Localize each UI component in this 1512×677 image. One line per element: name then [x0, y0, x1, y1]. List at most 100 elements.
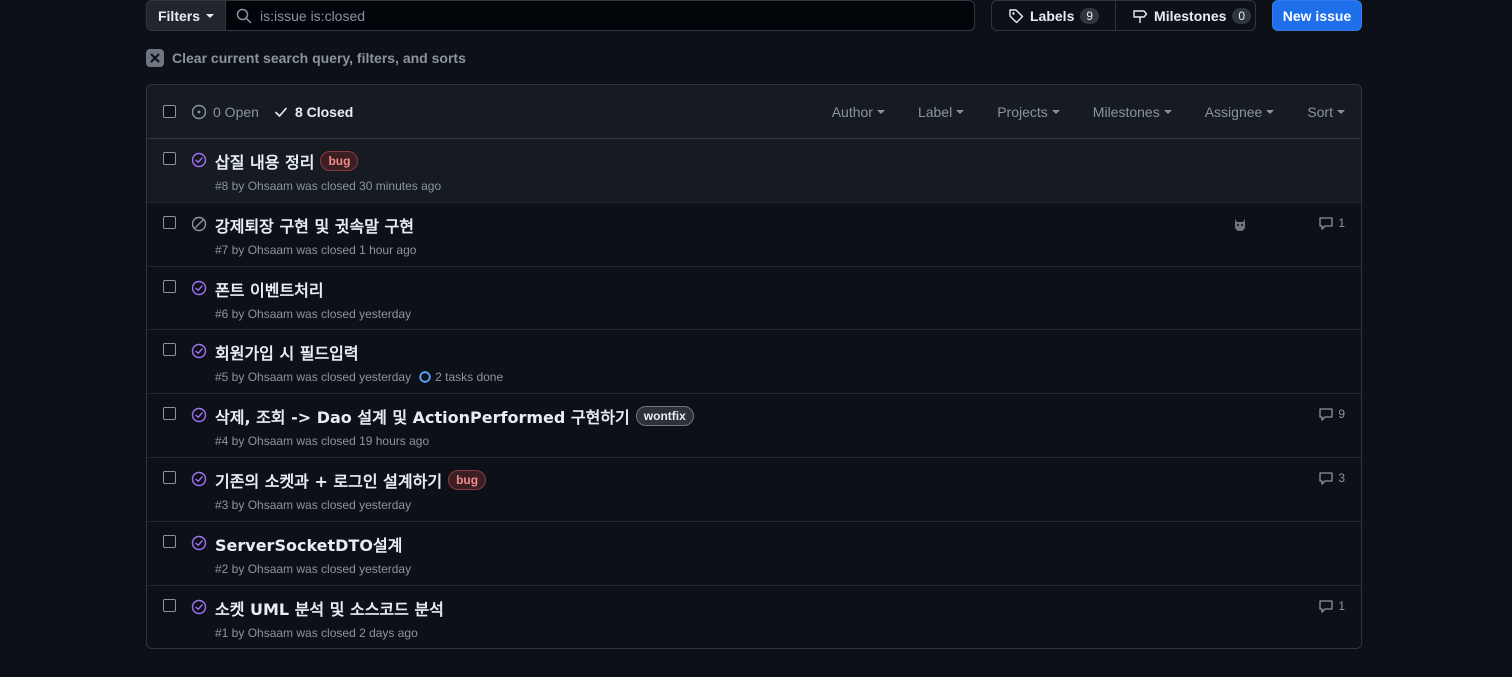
issue-title-link[interactable]: 삽질 내용 정리 [215, 149, 314, 173]
issue-row[interactable]: 기존의 소켓과 + 로그인 설계하기 bug #3 by Ohsaam was … [147, 458, 1361, 522]
issue-closed-icon [191, 344, 207, 359]
comments-link[interactable]: 9 [1318, 406, 1345, 422]
issues-list-header: 0 Open 8 Closed Author Label Projects Mi… [147, 85, 1361, 139]
labels-count: 9 [1080, 7, 1100, 24]
issue-meta: #7 by Ohsaam was closed 1 hour ago [215, 242, 417, 257]
open-issues-label: 0 Open [213, 104, 259, 120]
filters-label: Filters [157, 7, 200, 24]
label-badge[interactable]: bug [320, 151, 359, 171]
comment-icon [1319, 408, 1333, 421]
author-dropdown-label: Author [831, 104, 873, 120]
sort-filters: Author Label Projects Milestones Assigne… [832, 85, 1345, 139]
issue-title-link[interactable]: 강제퇴장 구현 및 귓속말 구현 [215, 213, 414, 237]
issue-meta: #4 by Ohsaam was closed 19 hours ago [215, 434, 430, 449]
milestones-button[interactable]: Milestones 0 [1115, 1, 1267, 30]
labels-button[interactable]: Labels 9 [992, 1, 1115, 30]
clear-query-text: Clear current search query, filters, and… [172, 50, 466, 66]
issue-meta: #5 by Ohsaam was closed yesterday [215, 370, 412, 385]
issue-closed-icon [191, 280, 207, 295]
caret-down-icon [876, 110, 885, 114]
issue-row[interactable]: 회원가입 시 필드입력 #5 by Ohsaam was closed yest… [147, 330, 1361, 395]
label-badge[interactable]: wontfix [635, 406, 694, 427]
issue-closed-icon [191, 471, 207, 487]
issue-title-link[interactable]: 회원가입 시 필드입력 [215, 340, 359, 364]
assignee-dropdown-label: Assignee [1204, 104, 1263, 120]
issue-title-link[interactable]: 기존의 소켓과 + 로그인 설계하기 [215, 468, 442, 492]
comments-link[interactable]: 1 [1318, 215, 1345, 231]
issue-row[interactable]: ServerSocketDTO설계 #2 by Ohsaam was close… [147, 522, 1361, 586]
milestones-label: Milestones [1154, 7, 1227, 24]
projects-dropdown-label: Projects [997, 104, 1048, 120]
issue-title-link[interactable]: 소켓 UML 분석 및 소스코드 분석 [215, 596, 444, 620]
issue-row[interactable]: 삭제, 조회 -> Dao 설계 및 ActionPerformed 구현하기 … [147, 394, 1361, 458]
author-dropdown[interactable]: Author [832, 104, 885, 120]
label-dropdown[interactable]: Label [917, 104, 965, 120]
caret-down-icon [1266, 110, 1275, 114]
state-filter: 0 Open 8 Closed [191, 85, 353, 139]
task-progress[interactable]: 2 tasks done [419, 370, 503, 384]
task-progress-icon [419, 371, 431, 384]
issue-title-link[interactable]: 삭제, 조회 -> Dao 설계 및 ActionPerformed 구현하기 [215, 404, 630, 428]
comments-count: 1 [1338, 598, 1345, 613]
projects-dropdown[interactable]: Projects [997, 104, 1060, 120]
labels-label: Labels [1030, 7, 1075, 24]
caret-down-icon [1163, 110, 1172, 114]
issue-checkbox[interactable] [163, 152, 176, 165]
caret-down-icon [956, 110, 965, 114]
milestones-dropdown[interactable]: Milestones [1093, 104, 1172, 120]
issue-row[interactable]: 소켓 UML 분석 및 소스코드 분석 #1 by Ohsaam was clo… [147, 586, 1361, 648]
close-icon [146, 49, 164, 67]
issue-open-icon [191, 104, 207, 120]
search-icon [236, 8, 252, 23]
issue-checkbox[interactable] [163, 215, 176, 229]
avatar[interactable] [1232, 216, 1248, 234]
assignee-dropdown[interactable]: Assignee [1205, 104, 1275, 120]
caret-down-icon [1337, 110, 1345, 114]
comments-link[interactable]: 3 [1318, 470, 1345, 486]
clear-query-link[interactable]: Clear current search query, filters, and… [146, 49, 466, 67]
issue-closed-icon [191, 152, 207, 168]
label-badge[interactable]: bug [448, 469, 487, 490]
comments-count: 3 [1338, 470, 1345, 485]
milestones-count: 0 [1232, 7, 1252, 24]
issue-row[interactable]: 삽질 내용 정리 bug #8 by Ohsaam was closed 30 … [147, 139, 1361, 203]
new-issue-button[interactable]: New issue [1272, 0, 1362, 31]
select-all-checkbox[interactable] [163, 105, 176, 118]
issue-checkbox[interactable] [163, 343, 176, 357]
search-input[interactable] [260, 7, 940, 24]
issue-row[interactable]: 폰트 이벤트처리 #6 by Ohsaam was closed yesterd… [147, 267, 1361, 331]
issue-meta: #3 by Ohsaam was closed yesterday [215, 497, 412, 512]
label-dropdown-label: Label [917, 104, 953, 120]
issue-checkbox[interactable] [163, 470, 176, 484]
sort-dropdown-label: Sort [1307, 104, 1333, 120]
issue-checkbox[interactable] [163, 407, 176, 421]
comments-count: 9 [1338, 407, 1345, 422]
issues-toolbar: Filters Labels 9 [146, 0, 1362, 31]
issues-list: 0 Open 8 Closed Author Label Projects Mi… [146, 84, 1362, 649]
comment-icon [1319, 599, 1333, 613]
caret-down-icon [1051, 110, 1060, 114]
filters-button[interactable]: Filters [146, 0, 226, 31]
issue-checkbox[interactable] [163, 598, 176, 612]
issue-title-link[interactable]: 폰트 이벤트처리 [215, 277, 324, 301]
open-issues-tab[interactable]: 0 Open [191, 104, 259, 120]
closed-issues-tab[interactable]: 8 Closed [273, 104, 353, 120]
issue-not-planned-icon [191, 216, 207, 231]
issue-title-link[interactable]: ServerSocketDTO설계 [215, 532, 402, 556]
issue-meta: #1 by Ohsaam was closed 2 days ago [215, 625, 418, 640]
comment-icon [1319, 472, 1333, 485]
issue-checkbox[interactable] [163, 534, 176, 548]
issue-closed-icon [191, 599, 207, 614]
caret-down-icon [206, 13, 214, 18]
issue-closed-icon [191, 535, 207, 550]
check-icon [275, 107, 287, 117]
issue-row[interactable]: 강제퇴장 구현 및 귓속말 구현 #7 by Ohsaam was closed… [147, 203, 1361, 267]
task-progress-label: 2 tasks done [435, 370, 504, 385]
issue-meta: #6 by Ohsaam was closed yesterday [215, 306, 412, 321]
comments-link[interactable]: 1 [1318, 598, 1345, 614]
comment-icon [1319, 217, 1333, 230]
milestones-dropdown-label: Milestones [1092, 104, 1160, 120]
comments-count: 1 [1338, 215, 1345, 230]
sort-dropdown[interactable]: Sort [1307, 104, 1345, 120]
issue-checkbox[interactable] [163, 279, 176, 293]
